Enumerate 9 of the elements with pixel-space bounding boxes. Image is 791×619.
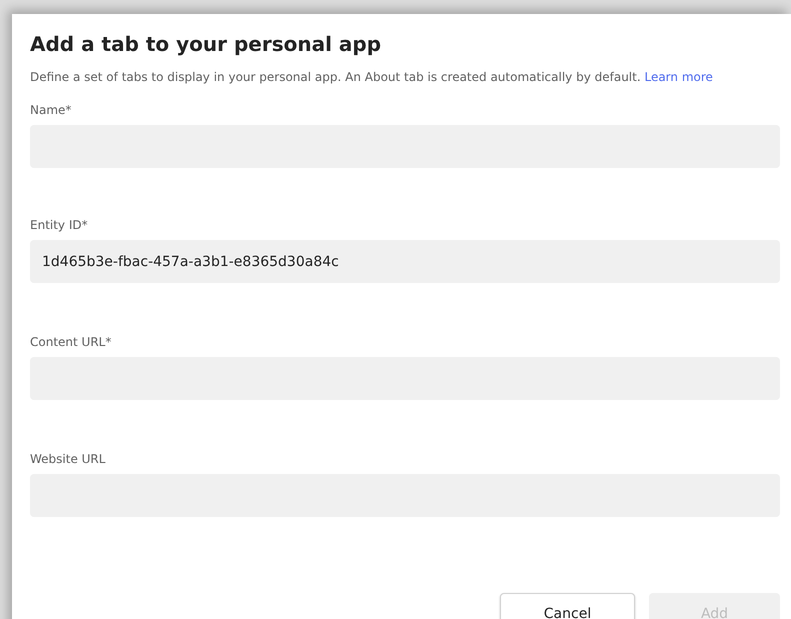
- description-text: Define a set of tabs to display in your personal app. An About tab is created automatically by default. Learn more: [30, 69, 714, 86]
- input-field[interactable]: 1d465b3e-fbac-457a-a3b1-e8365d30a84c: [30, 240, 780, 283]
- field-label: Content URL*: [30, 334, 112, 351]
- field-label: Entity ID*: [30, 217, 88, 234]
- dialog-title: Add a tab to your personal app: [30, 32, 382, 56]
- field-label: Website URL: [30, 451, 106, 468]
- field-label: Name*: [30, 102, 72, 119]
- dialog-button[interactable]: Cancel: [500, 593, 635, 619]
- learn-more-link[interactable]: Learn more: [644, 70, 713, 84]
